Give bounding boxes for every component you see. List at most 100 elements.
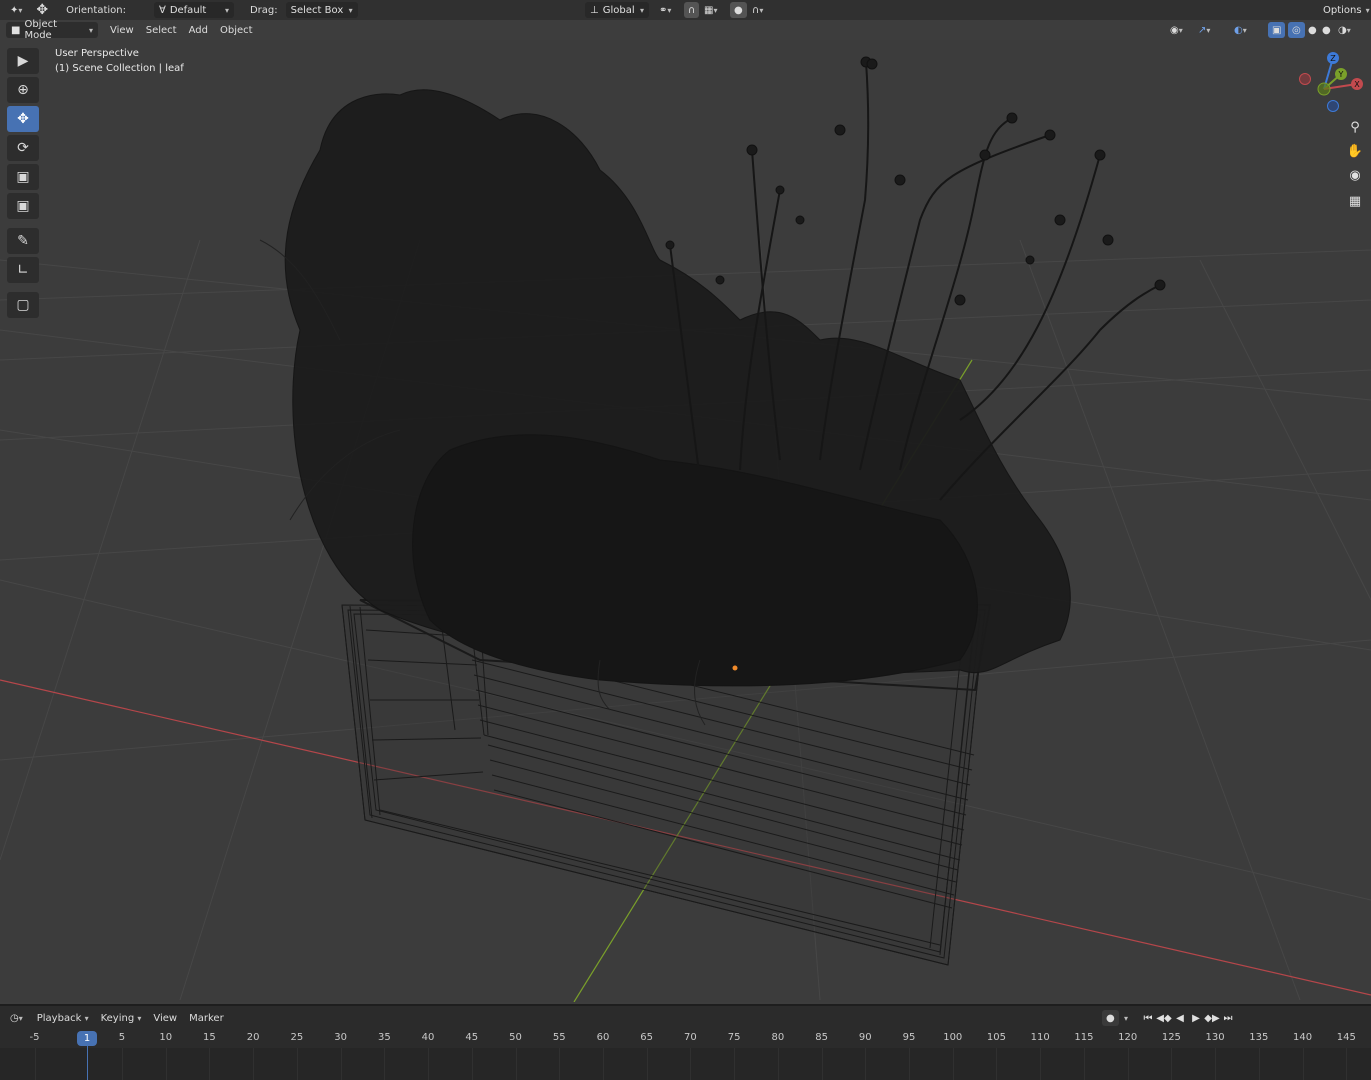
track-grid-line xyxy=(646,1048,648,1080)
navigation-gizmo[interactable]: Z Y X xyxy=(1296,46,1368,118)
rendered-sphere-icon: ◑ xyxy=(1338,24,1347,36)
menu-select[interactable]: Select xyxy=(140,25,183,36)
ruler-icon: ∟ xyxy=(17,262,29,278)
scale-tool[interactable]: ▣ xyxy=(7,164,39,190)
shading-material[interactable]: ● xyxy=(1318,22,1335,38)
menu-object[interactable]: Object xyxy=(214,25,259,36)
camera-icon: ◉ xyxy=(1349,167,1361,183)
track-grid-line xyxy=(1083,1048,1085,1080)
chevron-down-icon: ▾ xyxy=(1365,5,1370,15)
track-grid-line xyxy=(471,1048,473,1080)
xray-toggle[interactable]: ▣ xyxy=(1268,22,1286,38)
overlays-toggle[interactable]: ◐ ▾ xyxy=(1230,22,1251,38)
menu-timeline-view[interactable]: View xyxy=(147,1013,183,1024)
frame-label: 65 xyxy=(640,1032,654,1043)
options-dropdown[interactable]: Options ▾ xyxy=(1318,2,1371,18)
jump-start-button[interactable]: ⏮ xyxy=(1140,1010,1156,1026)
track-grid-line xyxy=(1258,1048,1260,1080)
circle-dot-icon: ● xyxy=(734,4,743,16)
frame-label: 85 xyxy=(815,1032,828,1043)
pan-button[interactable]: ✋ xyxy=(1344,140,1366,162)
frame-label: 95 xyxy=(902,1032,916,1043)
frame-label: 135 xyxy=(1249,1032,1269,1043)
camera-view-button[interactable]: ◉ xyxy=(1344,164,1366,186)
editor-type-button[interactable]: ✦ ▾ xyxy=(6,2,26,18)
scene-canvas[interactable] xyxy=(0,40,1371,1002)
frame-label: 80 xyxy=(771,1032,785,1043)
frame-label: 10 xyxy=(159,1032,173,1043)
measure-tool[interactable]: ∟ xyxy=(7,257,39,283)
transform-gizmo-button[interactable]: ✥ xyxy=(32,2,52,18)
transform-space-dropdown[interactable]: ⊥ Global ▾ xyxy=(585,2,649,18)
pivot-point-button[interactable]: ⚭ ▾ xyxy=(655,2,675,18)
menu-playback[interactable]: Playback ▾ xyxy=(31,1013,95,1024)
track-grid-line xyxy=(909,1048,911,1080)
frame-label: 75 xyxy=(727,1032,741,1043)
magnifier-icon: ⚲ xyxy=(1350,119,1360,135)
select-box-tool[interactable]: ▶ xyxy=(7,48,39,74)
mode-dropdown[interactable]: ■ Object Mode ▾ xyxy=(6,19,98,41)
frame-ruler[interactable]: -5 5 10 15 20 25 30 35 40 45 50 55 60 65 70 75 80 85 90 95 1… xyxy=(0,1030,1371,1048)
drag-dropdown[interactable]: Select Box ▾ xyxy=(285,2,358,18)
keying-set-dropdown[interactable]: ▾ xyxy=(1120,1010,1132,1026)
ortho-toggle-button[interactable]: ▦ xyxy=(1344,190,1366,212)
chevron-down-icon: ▾ xyxy=(137,1013,142,1023)
drag-value: Select Box xyxy=(290,4,344,16)
move-tool[interactable]: ✥ xyxy=(7,106,39,132)
menu-view[interactable]: View xyxy=(104,25,140,36)
shading-rendered[interactable]: ◑ ▾ xyxy=(1334,22,1355,38)
play-icon: ▶ xyxy=(1192,1012,1200,1024)
chevron-down-icon: ▾ xyxy=(88,25,93,35)
prev-keyframe-button[interactable]: ◀◆ xyxy=(1156,1010,1172,1026)
axes-icon: ∀ xyxy=(158,4,166,16)
frame-label: 25 xyxy=(290,1032,304,1043)
options-label: Options xyxy=(1323,4,1362,16)
transform-tool[interactable]: ▣ xyxy=(7,193,39,219)
jump-end-button[interactable]: ⏭ xyxy=(1220,1010,1236,1026)
visibility-button[interactable]: ◉ ▾ xyxy=(1166,22,1187,38)
track-grid-line xyxy=(996,1048,998,1080)
shading-wireframe[interactable]: ◎ xyxy=(1288,22,1305,38)
zoom-button[interactable]: ⚲ xyxy=(1344,116,1366,138)
next-keyframe-icon: ◆▶ xyxy=(1204,1012,1220,1024)
chevron-down-icon: ▾ xyxy=(1346,25,1351,35)
gizmo-toggle[interactable]: ↗ ▾ xyxy=(1194,22,1214,38)
chevron-down-icon: ▾ xyxy=(1242,25,1247,35)
move-arrows-icon: ✥ xyxy=(36,2,49,18)
current-frame-indicator[interactable]: 1 xyxy=(77,1031,97,1046)
proportional-edit-toggle[interactable]: ● xyxy=(730,2,747,18)
gizmo-y-label: Y xyxy=(1338,70,1344,79)
frame-label: 60 xyxy=(596,1032,610,1043)
menu-marker[interactable]: Marker xyxy=(183,1013,230,1024)
proportional-falloff-button[interactable]: ∩ ▾ xyxy=(748,2,767,18)
frame-label: 50 xyxy=(509,1032,522,1043)
cursor-tool[interactable]: ⊕ xyxy=(7,77,39,103)
frame-label: 125 xyxy=(1161,1032,1181,1043)
frame-label: -5 xyxy=(29,1032,40,1043)
frame-label: 110 xyxy=(1030,1032,1050,1043)
orientation-label: Orientation: xyxy=(66,4,126,16)
frame-label: 55 xyxy=(552,1032,566,1043)
menu-keying[interactable]: Keying ▾ xyxy=(95,1013,148,1024)
orientation-dropdown[interactable]: ∀ Default ▾ xyxy=(153,2,234,18)
timeline-editor-type[interactable]: ◷ ▾ xyxy=(6,1010,27,1026)
timeline-header: ◷ ▾ Playback ▾ Keying ▾ View Marker ● ▾ ⏮… xyxy=(0,1008,1371,1028)
next-keyframe-button[interactable]: ◆▶ xyxy=(1204,1010,1220,1026)
auto-keying-toggle[interactable]: ● xyxy=(1102,1010,1119,1026)
chevron-down-icon: ▾ xyxy=(18,1013,23,1023)
3d-viewport[interactable]: User Perspective (1) Scene Collection | … xyxy=(0,40,1371,1002)
perspective-label: User Perspective xyxy=(55,48,139,59)
chevron-down-icon: ▾ xyxy=(667,5,672,15)
play-button[interactable]: ▶ xyxy=(1188,1010,1204,1026)
rotate-tool[interactable]: ⟳ xyxy=(7,135,39,161)
keyframe-track[interactable] xyxy=(0,1046,1371,1080)
add-cube-tool[interactable]: ▢ xyxy=(7,292,39,318)
play-reverse-button[interactable]: ◀ xyxy=(1172,1010,1188,1026)
menu-add[interactable]: Add xyxy=(183,25,214,36)
snap-target-button[interactable]: ▦ ▾ xyxy=(700,2,721,18)
snapping-toggle[interactable]: ∩ xyxy=(684,2,700,18)
annotate-tool[interactable]: ✎ xyxy=(7,228,39,254)
track-grid-line xyxy=(296,1048,298,1080)
material-sphere-icon: ● xyxy=(1322,24,1331,36)
playhead-line xyxy=(87,1046,88,1080)
